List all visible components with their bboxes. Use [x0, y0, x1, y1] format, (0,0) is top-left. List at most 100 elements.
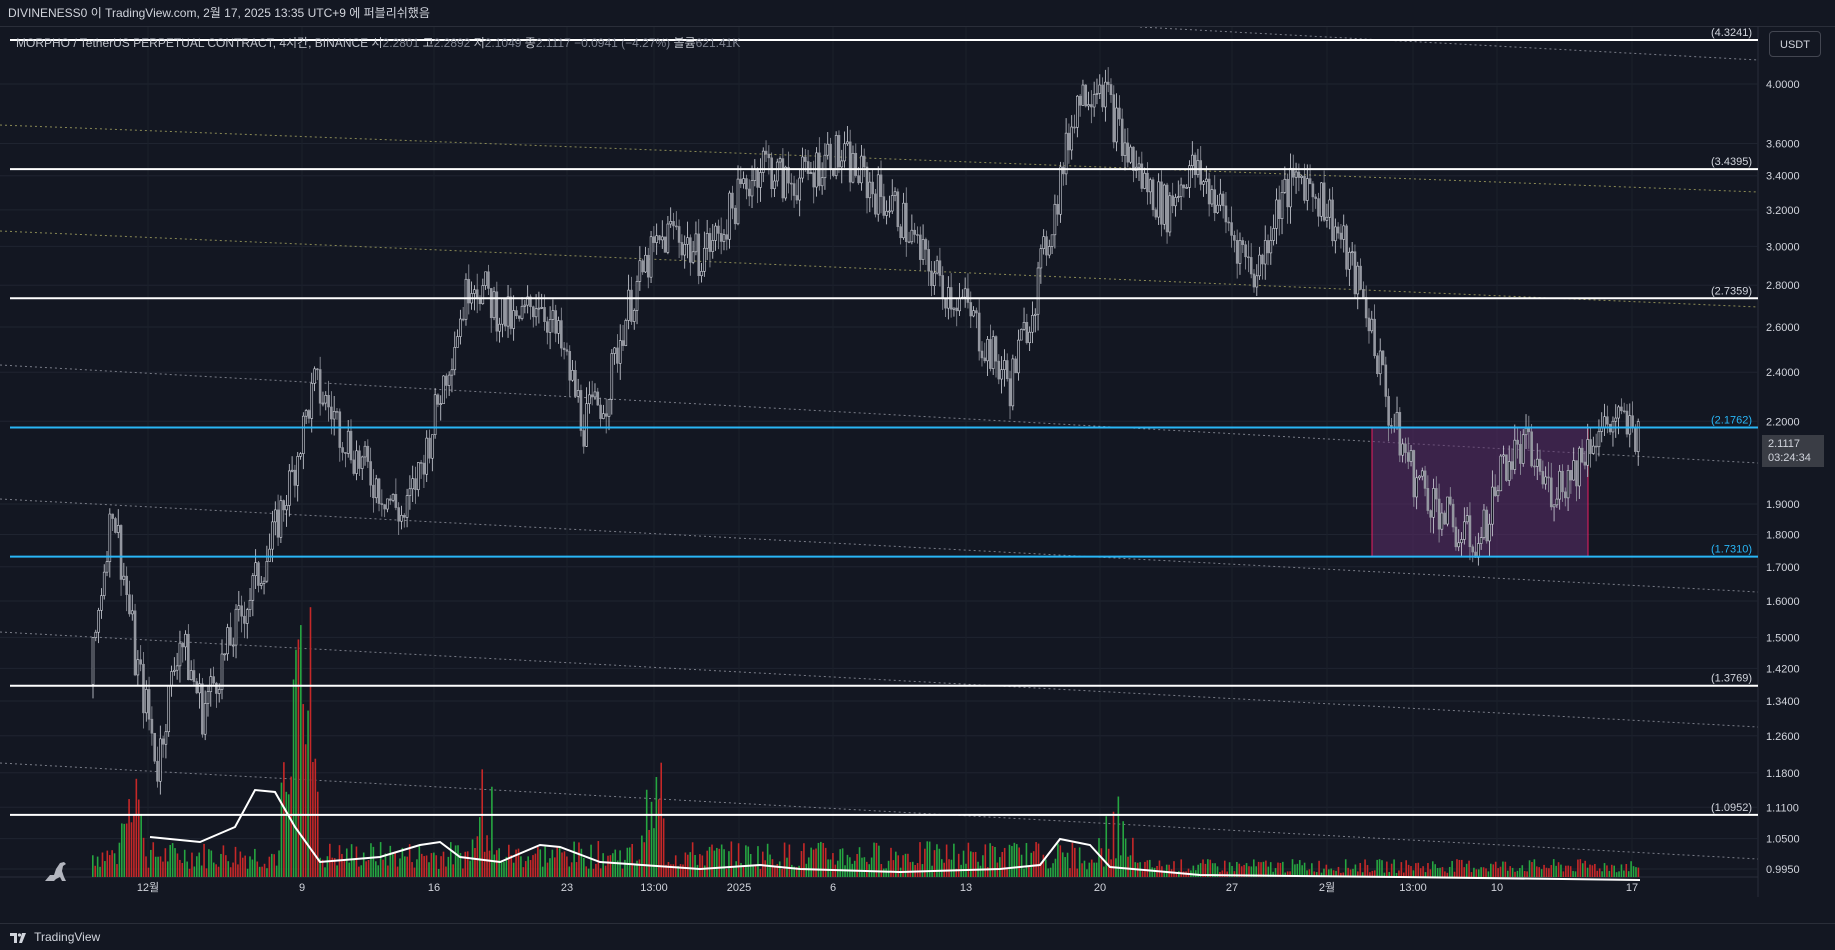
volume-bar — [215, 864, 217, 877]
candle-body — [795, 195, 799, 201]
volume-bar — [142, 837, 145, 877]
candle-body — [1210, 189, 1214, 205]
candle-body — [422, 462, 426, 475]
candle-body — [997, 360, 1001, 380]
candle-body — [1328, 199, 1332, 218]
volume-bar — [1630, 861, 1632, 877]
candle-body — [728, 192, 731, 240]
candle-body — [1137, 163, 1141, 168]
candle-body — [484, 271, 487, 286]
candle-body — [1182, 184, 1186, 189]
candle-body — [571, 370, 574, 381]
candle-body — [683, 244, 687, 256]
volume-bar — [1444, 871, 1446, 877]
volume-bar — [1620, 864, 1623, 877]
candle-body — [731, 192, 734, 209]
volume-bar — [1088, 862, 1091, 877]
candle-body — [1449, 496, 1452, 505]
candle-body — [105, 561, 109, 573]
candle-body — [1563, 491, 1567, 499]
candle-body — [251, 575, 255, 601]
volume-bar — [1081, 863, 1083, 877]
candle-body — [1112, 94, 1116, 143]
volume-bar — [798, 865, 800, 877]
volume-bar — [679, 864, 682, 877]
volume-bar — [145, 856, 147, 877]
candle-body — [164, 731, 168, 745]
candle-body — [433, 394, 437, 435]
volume-bar — [208, 849, 210, 877]
candle-body — [1263, 240, 1267, 265]
candle-body — [1398, 412, 1402, 456]
volume-bar — [1637, 867, 1640, 877]
volume-bar — [1410, 866, 1412, 877]
price-tick-label: 1.9000 — [1766, 499, 1800, 511]
candle-body — [1580, 447, 1584, 463]
volume-bar — [1511, 867, 1514, 877]
candle-body — [173, 669, 176, 672]
candle-body — [130, 610, 134, 615]
candle-body — [1289, 167, 1292, 208]
candle-body — [414, 478, 417, 491]
volume-bar — [457, 845, 459, 877]
volume-bar — [999, 857, 1001, 877]
candle-body — [627, 289, 630, 321]
volume-bar — [1311, 863, 1313, 877]
volume-bar — [1550, 865, 1553, 877]
candle-body — [590, 394, 594, 398]
volume-bar — [372, 846, 375, 877]
volume-bar — [1490, 863, 1492, 877]
volume-bar — [962, 850, 965, 877]
volume-bar — [1557, 862, 1560, 877]
volume-bar — [270, 853, 273, 877]
candle-body — [91, 637, 95, 685]
volume-bar — [239, 851, 242, 877]
candle-body — [363, 445, 367, 458]
volume-bar — [1627, 871, 1630, 877]
candle-body — [487, 271, 490, 289]
candle-body — [1314, 196, 1317, 199]
volume-bar — [737, 843, 740, 877]
volume-bar — [166, 861, 169, 877]
volume-bar — [1514, 871, 1516, 877]
candle-body — [574, 370, 577, 397]
candle-body — [1126, 142, 1130, 163]
chart-area[interactable]: 4.0000 3.6000 3.4000 3.2000 3.0000 2.8000 2.60… — [0, 27, 1835, 923]
volume-bar — [887, 860, 890, 877]
volume-bar — [1448, 866, 1451, 877]
candle-body — [604, 413, 608, 417]
candle-body — [848, 141, 852, 183]
volume-bar — [121, 823, 123, 877]
volume-bar — [766, 843, 769, 877]
candle-body — [1092, 94, 1096, 108]
volume-bar — [1470, 872, 1473, 877]
price-chart[interactable]: 4.0000 3.6000 3.4000 3.2000 3.0000 2.8000 2.60… — [0, 27, 1835, 923]
candle-body — [459, 318, 462, 337]
candle-body — [1370, 318, 1374, 332]
volume-bar — [196, 856, 198, 877]
volume-bar — [1298, 860, 1301, 877]
volume-bar — [254, 848, 256, 877]
volume-bar — [1291, 859, 1294, 877]
volume-bar — [1480, 867, 1482, 877]
candle-body — [775, 161, 779, 182]
candle-body — [1078, 95, 1082, 106]
candle-body — [1123, 142, 1127, 156]
volume-bar — [442, 851, 445, 877]
candle-body — [1241, 240, 1245, 246]
candle-body — [1364, 297, 1368, 319]
price-tick-label: 1.0500 — [1766, 834, 1800, 846]
volume-bar — [377, 865, 380, 877]
volume-bar — [1569, 866, 1572, 877]
candle-body — [386, 498, 389, 510]
volume-bar — [1013, 842, 1016, 877]
currency-button[interactable]: USDT — [1769, 31, 1821, 57]
candle-body — [509, 296, 513, 329]
time-tick-label: 12월 — [137, 881, 159, 894]
volume-bar — [466, 851, 469, 877]
volume-bar — [674, 855, 677, 877]
candle-body — [989, 339, 992, 369]
volume-bar — [125, 823, 128, 877]
volume-bar — [551, 849, 554, 877]
volume-bar — [1006, 868, 1008, 877]
